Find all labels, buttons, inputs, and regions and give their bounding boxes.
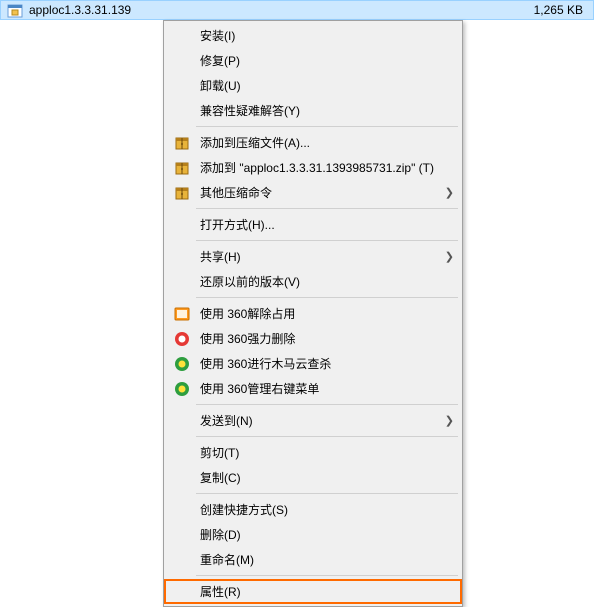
archive-icon [172, 133, 192, 153]
file-row[interactable]: apploc1.3.3.31.139 1,265 KB [0, 0, 594, 20]
menu-item-360-force-delete[interactable]: 使用 360强力删除 [166, 326, 460, 351]
360-green-icon [172, 379, 192, 399]
blank-icon [172, 247, 192, 267]
submenu-arrow-icon: ❯ [439, 414, 454, 427]
menu-label: 使用 360管理右键菜单 [200, 380, 454, 397]
360-red-icon [172, 329, 192, 349]
blank-icon [172, 582, 192, 602]
menu-item-360-unlock[interactable]: 使用 360解除占用 [166, 301, 460, 326]
archive-icon [172, 183, 192, 203]
menu-item-install[interactable]: 安装(I) [166, 23, 460, 48]
menu-label: 安装(I) [200, 27, 454, 44]
blank-icon [172, 468, 192, 488]
menu-label: 其他压缩命令 [200, 184, 439, 201]
blank-icon [172, 500, 192, 520]
menu-item-360-cloud-scan[interactable]: 使用 360进行木马云查杀 [166, 351, 460, 376]
submenu-arrow-icon: ❯ [439, 186, 454, 199]
menu-item-shortcut[interactable]: 创建快捷方式(S) [166, 497, 460, 522]
menu-item-compat[interactable]: 兼容性疑难解答(Y) [166, 98, 460, 123]
menu-label: 添加到 "apploc1.3.3.31.1393985731.zip" (T) [200, 159, 454, 176]
menu-label: 还原以前的版本(V) [200, 273, 454, 290]
menu-label: 共享(H) [200, 248, 439, 265]
menu-label: 使用 360解除占用 [200, 305, 454, 322]
menu-label: 兼容性疑难解答(Y) [200, 102, 454, 119]
menu-item-360-menu-manage[interactable]: 使用 360管理右键菜单 [166, 376, 460, 401]
menu-item-share[interactable]: 共享(H)❯ [166, 244, 460, 269]
blank-icon [172, 272, 192, 292]
menu-item-uninstall[interactable]: 卸载(U) [166, 73, 460, 98]
installer-icon [7, 2, 23, 18]
menu-item-restore-prev[interactable]: 还原以前的版本(V) [166, 269, 460, 294]
blank-icon [172, 215, 192, 235]
menu-label: 添加到压缩文件(A)... [200, 134, 454, 151]
menu-label: 删除(D) [200, 526, 454, 543]
archive-icon [172, 158, 192, 178]
blank-icon [172, 51, 192, 71]
menu-label: 卸载(U) [200, 77, 454, 94]
menu-label: 修复(P) [200, 52, 454, 69]
360-green-icon [172, 354, 192, 374]
menu-label: 使用 360强力删除 [200, 330, 454, 347]
blank-icon [172, 443, 192, 463]
menu-separator [196, 575, 458, 576]
blank-icon [172, 101, 192, 121]
menu-separator [196, 240, 458, 241]
blank-icon [172, 26, 192, 46]
menu-item-add-zip[interactable]: 添加到 "apploc1.3.3.31.1393985731.zip" (T) [166, 155, 460, 180]
menu-item-delete[interactable]: 删除(D) [166, 522, 460, 547]
menu-item-other-archive[interactable]: 其他压缩命令❯ [166, 180, 460, 205]
menu-label: 打开方式(H)... [200, 216, 454, 233]
menu-item-cut[interactable]: 剪切(T) [166, 440, 460, 465]
menu-item-properties[interactable]: 属性(R) [164, 579, 462, 604]
menu-item-open-with[interactable]: 打开方式(H)... [166, 212, 460, 237]
menu-item-send-to[interactable]: 发送到(N)❯ [166, 408, 460, 433]
submenu-arrow-icon: ❯ [439, 250, 454, 263]
menu-separator [196, 208, 458, 209]
360-orange-icon [172, 304, 192, 324]
menu-label: 剪切(T) [200, 444, 454, 461]
menu-label: 创建快捷方式(S) [200, 501, 454, 518]
menu-label: 重命名(M) [200, 551, 454, 568]
menu-item-add-archive[interactable]: 添加到压缩文件(A)... [166, 130, 460, 155]
menu-item-repair[interactable]: 修复(P) [166, 48, 460, 73]
file-size: 1,265 KB [534, 3, 583, 17]
menu-separator [196, 126, 458, 127]
blank-icon [172, 525, 192, 545]
menu-label: 发送到(N) [200, 412, 439, 429]
menu-label: 复制(C) [200, 469, 454, 486]
context-menu: 安装(I) 修复(P) 卸载(U) 兼容性疑难解答(Y) 添加到压缩文件(A)... 添加… [163, 20, 463, 607]
menu-item-rename[interactable]: 重命名(M) [166, 547, 460, 572]
menu-separator [196, 493, 458, 494]
blank-icon [172, 76, 192, 96]
menu-item-copy[interactable]: 复制(C) [166, 465, 460, 490]
blank-icon [172, 550, 192, 570]
menu-separator [196, 404, 458, 405]
blank-icon [172, 411, 192, 431]
menu-label: 使用 360进行木马云查杀 [200, 355, 454, 372]
menu-separator [196, 436, 458, 437]
menu-separator [196, 297, 458, 298]
menu-label: 属性(R) [200, 583, 454, 600]
file-name: apploc1.3.3.31.139 [29, 3, 149, 17]
